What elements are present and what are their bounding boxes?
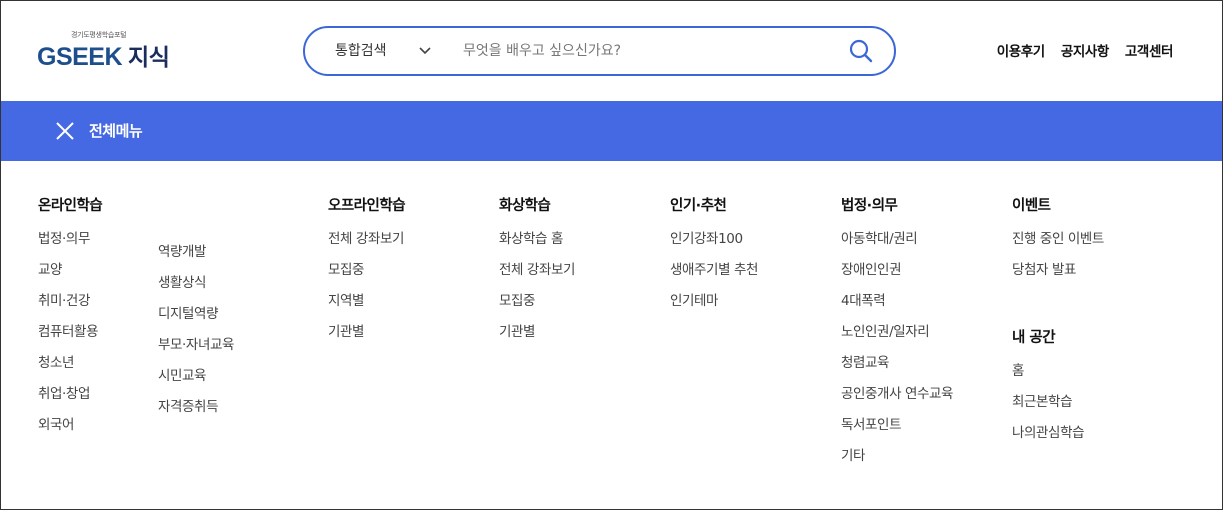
menu-item[interactable]: 부모·자녀교육 [158,335,234,366]
utility-links: 이용후기 공지사항 고객센터 [997,40,1174,60]
online-list-1: 법정·의무 교양 취미·건강 컴퓨터활용 청소년 취업·창업 외국어 [38,229,102,446]
menu-heading-online[interactable]: 온라인학습 [38,196,103,216]
menu-item[interactable]: 역량개발 [158,242,234,273]
menu-item[interactable]: 모집중 [328,260,405,291]
menu-heading-event[interactable]: 이벤트 [1012,196,1104,216]
menu-item[interactable]: 4대폭력 [841,291,953,322]
search-icon[interactable] [848,38,874,64]
menu-item[interactable]: 시민교육 [158,366,234,397]
all-menu-title: 전체메뉴 [89,122,143,140]
menu-item[interactable]: 화상학습 홈 [499,229,575,260]
menu-item[interactable]: 노인인권/일자리 [841,322,953,353]
menu-item[interactable]: 인기강좌100 [670,229,758,260]
menu-section-event: 이벤트 진행 중인 이벤트 당첨자 발표 [1012,196,1104,291]
menu-section-video: 화상학습 화상학습 홈 전체 강좌보기 모집중 기관별 [499,196,575,353]
menu-item[interactable]: 기타 [841,446,953,477]
gseek-logo[interactable]: 경기도평생학습포털 GSEEK 지식 [37,30,207,72]
menu-item[interactable]: 취미·건강 [38,291,102,322]
search-input[interactable] [463,36,823,66]
menu-item[interactable]: 생활상식 [158,273,234,304]
search-bar: 통합검색 [303,26,896,76]
menu-item[interactable]: 디지털역량 [158,304,234,335]
menu-section-popular: 인기·추천 인기강좌100 생애주기별 추천 인기테마 [670,196,758,322]
link-reviews[interactable]: 이용후기 [997,40,1045,60]
menu-item[interactable]: 인기테마 [670,291,758,322]
menu-item[interactable]: 컴퓨터활용 [38,322,102,353]
menu-item[interactable]: 취업·창업 [38,384,102,415]
menu-item[interactable]: 공인중개사 연수교육 [841,384,953,415]
menu-item[interactable]: 기관별 [328,322,405,353]
menu-item[interactable]: 교양 [38,260,102,291]
menu-item[interactable]: 기관별 [499,322,575,353]
all-menu-bar: 전체메뉴 [1,101,1222,161]
menu-item[interactable]: 모집중 [499,291,575,322]
chevron-down-icon[interactable] [417,42,433,58]
link-customer-center[interactable]: 고객센터 [1125,40,1173,60]
header: 경기도평생학습포털 GSEEK지식 통합검색 이용후기 공지사항 고객센터 [0,0,1223,100]
menu-item[interactable]: 아동학대/권리 [841,229,953,260]
menu-section-legal: 법정·의무 아동학대/권리 장애인인권 4대폭력 노인인권/일자리 청렴교육 공… [841,196,953,477]
logo-brand-kr: 지식 [128,45,170,71]
menu-item[interactable]: 홈 [1012,361,1084,392]
menu-heading-popular[interactable]: 인기·추천 [670,196,758,216]
menu-item[interactable]: 청소년 [38,353,102,384]
menu-section-online: 온라인학습 법정·의무 교양 취미·건강 컴퓨터활용 청소년 취업·창업 외국어… [38,196,234,446]
online-list-2: 역량개발 생활상식 디지털역량 부모·자녀교육 시민교육 자격증취득 [158,242,234,428]
search-category-select[interactable]: 통합검색 [335,28,387,74]
menu-heading-myspace[interactable]: 내 공간 [1012,328,1084,348]
menu-item[interactable]: 장애인인권 [841,260,953,291]
menu-item[interactable]: 진행 중인 이벤트 [1012,229,1104,260]
menu-item[interactable]: 당첨자 발표 [1012,260,1104,291]
link-notices[interactable]: 공지사항 [1061,40,1109,60]
menu-item[interactable]: 지역별 [328,291,405,322]
menu-heading-legal[interactable]: 법정·의무 [841,196,953,216]
menu-item[interactable]: 외국어 [38,415,102,446]
logo-wordmark: GSEEK 지식 [37,38,170,72]
menu-item[interactable]: 법정·의무 [38,229,102,260]
menu-heading-video[interactable]: 화상학습 [499,196,575,216]
menu-item[interactable]: 청렴교육 [841,353,953,384]
menu-item[interactable]: 전체 강좌보기 [499,260,575,291]
menu-item[interactable]: 자격증취득 [158,397,234,428]
menu-item[interactable]: 생애주기별 추천 [670,260,758,291]
menu-item[interactable]: 전체 강좌보기 [328,229,405,260]
menu-item[interactable]: 나의관심학습 [1012,423,1085,454]
menu-section-offline: 오프라인학습 전체 강좌보기 모집중 지역별 기관별 [328,196,406,353]
menu-section-myspace: 내 공간 홈 최근본학습 나의관심학습 [1012,328,1085,454]
menu-item[interactable]: 독서포인트 [841,415,953,446]
menu-heading-offline[interactable]: 오프라인학습 [328,196,406,216]
logo-brand: GSEEK [37,43,123,71]
close-icon[interactable] [54,120,76,142]
menu-item[interactable]: 최근본학습 [1012,392,1084,423]
